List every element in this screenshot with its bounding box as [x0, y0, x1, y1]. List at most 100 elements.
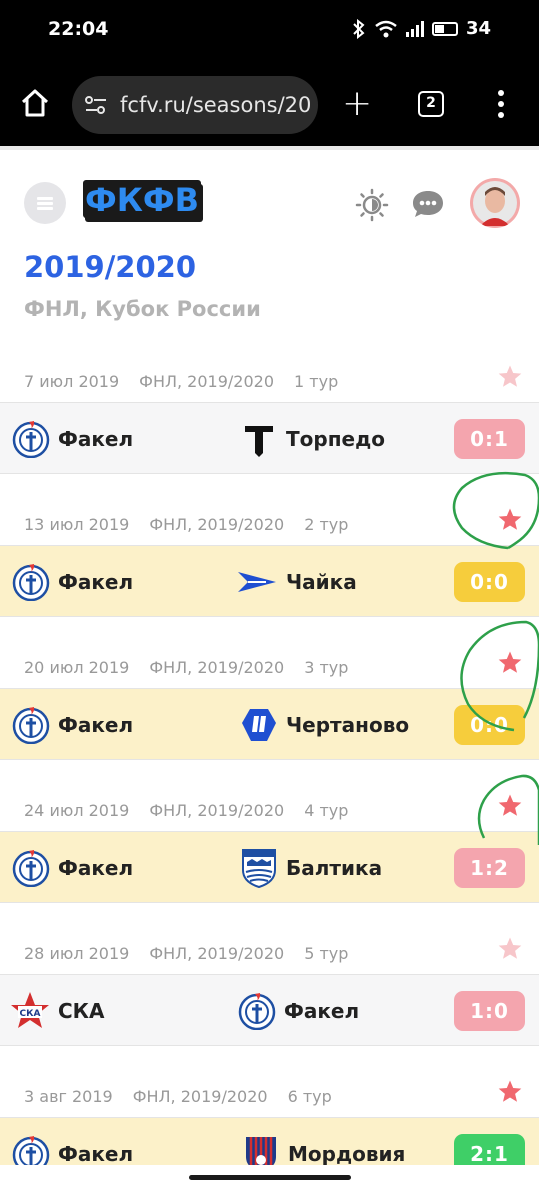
torpedo-crest-icon: [245, 426, 273, 457]
home-team-name: Факел: [58, 1142, 134, 1165]
match-meta: 20 июл 2019 ФНЛ, 2019/2020 3 тур: [24, 658, 368, 677]
away-team-name: Факел: [284, 999, 360, 1023]
favorite-star-icon[interactable]: [497, 793, 523, 819]
favorite-star-icon[interactable]: [497, 507, 523, 533]
site-logo[interactable]: ФКФВ: [83, 180, 205, 224]
away-team: Чертаново: [240, 689, 409, 761]
battery-icon: [431, 21, 458, 36]
match-round: 3 тур: [304, 658, 349, 677]
match-row[interactable]: Факел Балтика 1:2: [0, 831, 539, 903]
fakel-crest-icon: [12, 564, 50, 601]
menu-button[interactable]: [24, 182, 66, 224]
status-time: 22:04: [48, 18, 109, 40]
battery-level: 34: [465, 18, 491, 39]
status-bar: 22:04 34: [0, 0, 539, 62]
away-team: Мордовия: [242, 1118, 405, 1165]
address-bar[interactable]: fcfv.ru/seasons/20: [72, 76, 318, 134]
bluetooth-icon: [353, 18, 365, 39]
away-team-name: Чертаново: [286, 713, 410, 737]
favorite-star-icon[interactable]: [497, 364, 523, 390]
tab-switcher-button[interactable]: 2: [418, 91, 444, 117]
match-tournament: ФНЛ, 2019/2020: [149, 944, 285, 963]
fakel-crest-icon: [12, 1136, 50, 1165]
home-team-name: СКА: [58, 999, 105, 1023]
season-subtitle: ФНЛ, Кубок России: [24, 297, 261, 321]
chaika-crest-icon: [238, 572, 276, 592]
match-round: 2 тур: [304, 515, 349, 534]
away-team: Чайка: [236, 546, 357, 618]
fakel-crest-icon: [12, 850, 50, 887]
score-badge: 2:1: [454, 1134, 525, 1165]
match-tournament: ФНЛ, 2019/2020: [132, 1087, 268, 1106]
signal-icon: [405, 20, 424, 37]
match-row[interactable]: Факел Мордовия 2:1: [0, 1117, 539, 1165]
away-team-name: Балтика: [286, 856, 383, 880]
away-team-name: Мордовия: [288, 1142, 406, 1165]
favorite-star-icon[interactable]: [497, 650, 523, 676]
match-round: 4 тур: [304, 801, 349, 820]
home-team-name: Факел: [58, 713, 134, 737]
match-meta: 7 июл 2019 ФНЛ, 2019/2020 1 тур: [24, 372, 358, 391]
away-team-name: Торпедо: [286, 427, 385, 451]
url-text: fcfv.ru/seasons/20: [120, 93, 312, 117]
home-team: Факел: [12, 832, 133, 904]
match-meta: 13 июл 2019 ФНЛ, 2019/2020 2 тур: [24, 515, 368, 534]
away-team: Торпедо: [240, 403, 385, 475]
new-tab-icon[interactable]: +: [342, 86, 372, 122]
site-settings-icon[interactable]: [84, 95, 108, 115]
browser-toolbar: fcfv.ru/seasons/20 + 2: [0, 62, 539, 146]
match-round: 6 тур: [287, 1087, 332, 1106]
match-meta: 24 июл 2019 ФНЛ, 2019/2020 4 тур: [24, 801, 368, 820]
match-date: 3 авг 2019: [24, 1087, 113, 1106]
match-date: 20 июл 2019: [24, 658, 130, 677]
ska-crest-icon: СКА: [11, 992, 49, 1028]
match-round: 1 тур: [294, 372, 339, 391]
match-row[interactable]: Факел Чайка 0:0: [0, 545, 539, 617]
match-tournament: ФНЛ, 2019/2020: [139, 372, 275, 391]
match-meta: 3 авг 2019 ФНЛ, 2019/2020 6 тур: [24, 1087, 352, 1106]
match-row[interactable]: Факел Чертаново 0:0: [0, 688, 539, 760]
home-team: Факел: [12, 689, 133, 761]
home-team-name: Факел: [58, 570, 134, 594]
match-date: 28 июл 2019: [24, 944, 130, 963]
more-menu-icon[interactable]: [498, 90, 506, 123]
season-title: 2019/2020: [24, 250, 197, 284]
home-team: Факел: [12, 546, 133, 618]
home-team-name: Факел: [58, 856, 134, 880]
score-badge: 1:0: [454, 991, 525, 1031]
gesture-bar: [0, 1165, 539, 1200]
match-tournament: ФНЛ, 2019/2020: [149, 515, 285, 534]
fakel-crest-icon: [238, 993, 276, 1030]
match-date: 7 июл 2019: [24, 372, 120, 391]
match-row[interactable]: Факел Торпедо 0:1: [0, 402, 539, 474]
chertanovo-crest-icon: [242, 709, 276, 741]
match-row[interactable]: СКА СКА Факел 1:0: [0, 974, 539, 1046]
status-icons: 34: [352, 18, 491, 39]
match-date: 13 июл 2019: [24, 515, 130, 534]
mordovia-crest-icon: [246, 1137, 276, 1165]
fakel-crest-icon: [12, 421, 50, 458]
away-team: Факел: [238, 975, 359, 1047]
avatar-photo: [473, 181, 517, 226]
favorite-star-icon[interactable]: [497, 1079, 523, 1105]
home-team: Факел: [12, 1118, 133, 1165]
home-team-name: Факел: [58, 427, 134, 451]
home-team: Факел: [12, 403, 133, 475]
theme-toggle-icon[interactable]: [355, 188, 389, 222]
user-avatar[interactable]: [470, 178, 520, 228]
match-tournament: ФНЛ, 2019/2020: [149, 658, 285, 677]
match-tournament: ФНЛ, 2019/2020: [149, 801, 285, 820]
wifi-icon: [375, 20, 397, 37]
page-content: ФКФВ 2019/2020 ФНЛ, Кубок России 7 июл 2…: [0, 146, 539, 1165]
score-badge: 0:0: [454, 562, 525, 602]
favorite-star-icon[interactable]: [497, 936, 523, 962]
score-badge: 0:1: [454, 419, 525, 459]
score-badge: 1:2: [454, 848, 525, 888]
chat-icon[interactable]: [411, 188, 445, 220]
svg-text:СКА: СКА: [20, 1009, 41, 1019]
away-team: Балтика: [240, 832, 382, 904]
logo-text: ФКФВ: [85, 181, 199, 219]
home-icon[interactable]: [20, 88, 50, 118]
match-meta: 28 июл 2019 ФНЛ, 2019/2020 5 тур: [24, 944, 368, 963]
home-indicator[interactable]: [189, 1175, 351, 1180]
